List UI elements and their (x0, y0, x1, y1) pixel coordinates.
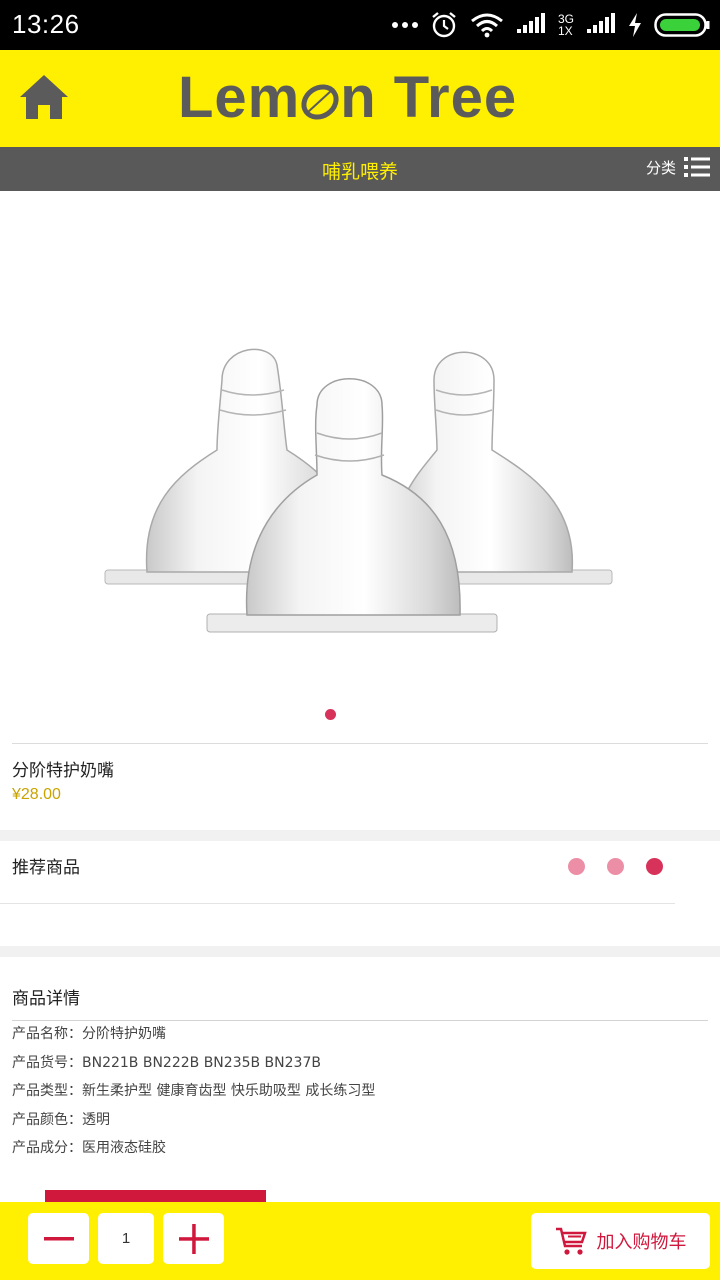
list-icon (684, 157, 710, 177)
details-title: 商品详情 (12, 989, 80, 1009)
battery-icon (654, 13, 710, 37)
detail-row-sku: 产品货号：BN221B BN222B BN235B BN237B (12, 1054, 321, 1071)
category-menu-label: 分类 (645, 158, 676, 177)
logo-text-left: Lem (178, 64, 301, 130)
quantity-decrease-button[interactable] (28, 1213, 89, 1264)
add-to-cart-button[interactable]: 加入购物车 (531, 1213, 710, 1269)
recommended-title: 推荐商品 (12, 858, 80, 878)
divider (12, 1020, 708, 1021)
product-price: ¥28.00 (12, 786, 61, 803)
home-icon (20, 75, 68, 119)
divider (0, 903, 675, 904)
add-to-cart-label: 加入购物车 (596, 1232, 687, 1253)
home-button[interactable] (18, 73, 70, 123)
status-icons: 3G 1X (391, 8, 710, 42)
signal-icon (516, 13, 545, 33)
logo: Lem n Tree (178, 62, 517, 132)
product-image[interactable] (12, 205, 708, 743)
more-dots-icon (391, 22, 418, 28)
plus-icon (178, 1223, 209, 1254)
header: Lem n Tree (0, 50, 720, 147)
category-bar: 哺乳喂养 分类 (0, 147, 720, 191)
lemon-icon (301, 84, 339, 120)
detail-row-name: 产品名称：分阶特护奶嘴 (12, 1026, 166, 1042)
signal-icon (587, 13, 615, 33)
quantity-value[interactable]: 1 (98, 1213, 154, 1264)
section-gap (0, 946, 720, 957)
product-name: 分阶特护奶嘴 (12, 761, 114, 781)
cart-icon (555, 1227, 587, 1255)
network-type-bottom: 1X (557, 24, 573, 38)
pager-dot[interactable] (607, 858, 624, 875)
charging-icon (629, 13, 641, 37)
bottom-bar: 1 加入购物车 (0, 1202, 720, 1280)
alarm-icon (432, 12, 456, 38)
detail-row-color: 产品颜色：透明 (12, 1111, 110, 1128)
details-list: 产品名称：分阶特护奶嘴 产品货号：BN221B BN222B BN235B BN… (12, 1023, 375, 1166)
wifi-icon (471, 13, 503, 38)
pager-dot[interactable] (568, 858, 585, 875)
minus-icon (43, 1236, 74, 1240)
quantity-increase-button[interactable] (163, 1213, 224, 1264)
detail-row-material: 产品成分：医用液态硅胶 (12, 1140, 166, 1156)
category-menu-button[interactable]: 分类 (646, 155, 710, 179)
network-type: 3G 1X (558, 13, 574, 37)
recommended-pager (568, 858, 663, 875)
section-gap (0, 830, 720, 841)
product-photo (104, 348, 613, 633)
divider (12, 743, 708, 744)
logo-text-right: n Tree (340, 64, 518, 130)
detail-row-type: 产品类型：新生柔护型 健康育齿型 快乐助吸型 成长练习型 (12, 1083, 376, 1099)
status-time: 13:26 (12, 9, 80, 39)
category-title: 哺乳喂养 (321, 161, 398, 183)
gallery-indicator-dot[interactable] (325, 709, 336, 720)
status-bar: 13:26 3G 1X (0, 0, 720, 50)
pager-dot-active[interactable] (646, 858, 663, 875)
